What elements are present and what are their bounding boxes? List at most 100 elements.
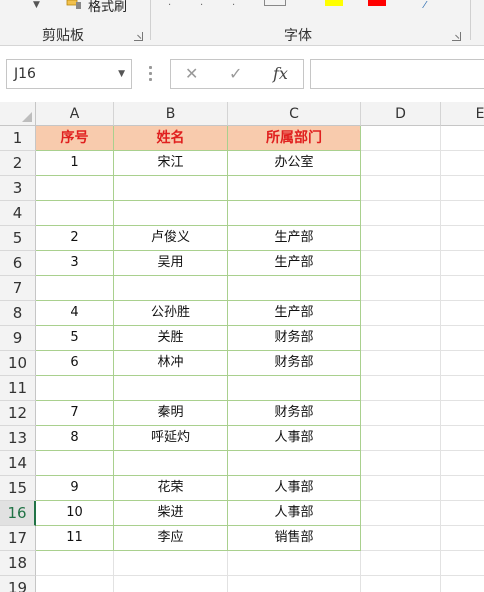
name-box[interactable]: J16 ▼ (6, 59, 132, 89)
grid-cell[interactable] (441, 226, 484, 251)
row-header-8[interactable]: 8 (0, 301, 36, 326)
table-cell[interactable]: 办公室 (228, 151, 361, 176)
worksheet-grid[interactable]: A B C D E 1 2 3 4 5 6 7 8 9 10 11 12 13 14 15 16 17 18 19 序号 姓名 所属… (0, 102, 484, 592)
table-cell[interactable]: 关胜 (114, 326, 228, 351)
grid-cell[interactable] (441, 526, 484, 551)
table-cell[interactable]: 柴进 (114, 501, 228, 526)
table-cell[interactable] (114, 176, 228, 201)
grid-cell[interactable] (441, 401, 484, 426)
font-dialog-launcher-icon[interactable] (452, 32, 461, 41)
table-cell[interactable]: 公孙胜 (114, 301, 228, 326)
table-cell[interactable]: 4 (36, 301, 114, 326)
grid-cell[interactable] (114, 576, 228, 592)
grid-cell[interactable] (361, 526, 441, 551)
table-cell[interactable]: 生产部 (228, 301, 361, 326)
grid-cell[interactable] (441, 426, 484, 451)
row-header-16[interactable]: 16 (0, 501, 36, 526)
grid-cell[interactable] (361, 576, 441, 592)
grid-cell[interactable] (114, 551, 228, 576)
grid-cell[interactable] (361, 476, 441, 501)
table-cell[interactable] (228, 201, 361, 226)
format-painter-button[interactable]: 格式刷 (88, 0, 127, 15)
grid-cell[interactable] (361, 151, 441, 176)
grid-cell[interactable] (361, 251, 441, 276)
table-cell[interactable] (36, 176, 114, 201)
formula-input[interactable] (310, 59, 484, 89)
table-cell[interactable]: 2 (36, 226, 114, 251)
table-cell[interactable] (114, 451, 228, 476)
format-painter-icon[interactable] (66, 0, 82, 10)
row-header-17[interactable]: 17 (0, 526, 36, 551)
table-cell[interactable] (228, 451, 361, 476)
row-header-18[interactable]: 18 (0, 551, 36, 576)
paste-dropdown-arrow-icon[interactable]: ▼ (33, 0, 40, 10)
row-header-14[interactable]: 14 (0, 451, 36, 476)
insert-function-icon[interactable]: fx (273, 64, 288, 83)
table-cell[interactable]: 销售部 (228, 526, 361, 551)
row-header-12[interactable]: 12 (0, 401, 36, 426)
table-cell[interactable]: 11 (36, 526, 114, 551)
grid-cell[interactable] (36, 551, 114, 576)
table-cell[interactable]: 人事部 (228, 426, 361, 451)
grid-cell[interactable] (441, 451, 484, 476)
table-cell[interactable] (114, 376, 228, 401)
table-cell[interactable]: 10 (36, 501, 114, 526)
grid-cell[interactable] (441, 176, 484, 201)
table-cell[interactable]: 8 (36, 426, 114, 451)
table-header-cell[interactable]: 姓名 (114, 126, 228, 151)
grid-cell[interactable] (361, 226, 441, 251)
font-tool-icon[interactable]: · (232, 0, 235, 11)
column-header-a[interactable]: A (36, 102, 114, 126)
column-header-c[interactable]: C (228, 102, 361, 126)
table-cell[interactable]: 卢俊义 (114, 226, 228, 251)
grid-cell[interactable] (361, 426, 441, 451)
table-cell[interactable]: 5 (36, 326, 114, 351)
table-cell[interactable]: 财务部 (228, 351, 361, 376)
table-cell[interactable]: 财务部 (228, 326, 361, 351)
grid-cell[interactable] (361, 401, 441, 426)
table-cell[interactable] (114, 276, 228, 301)
grid-cell[interactable] (228, 551, 361, 576)
table-cell[interactable] (36, 201, 114, 226)
table-cell[interactable]: 7 (36, 401, 114, 426)
row-header-4[interactable]: 4 (0, 201, 36, 226)
grid-cell[interactable] (361, 551, 441, 576)
table-cell[interactable] (114, 201, 228, 226)
table-cell[interactable]: 3 (36, 251, 114, 276)
font-color-swatch[interactable] (368, 0, 386, 6)
cancel-icon[interactable]: ✕ (185, 64, 198, 83)
grid-cell[interactable] (361, 501, 441, 526)
grid-cell[interactable] (228, 576, 361, 592)
clipboard-dialog-launcher-icon[interactable] (134, 32, 143, 41)
grid-cell[interactable] (361, 276, 441, 301)
row-header-6[interactable]: 6 (0, 251, 36, 276)
select-all-corner[interactable] (0, 102, 36, 126)
row-header-10[interactable]: 10 (0, 351, 36, 376)
grid-cell[interactable] (441, 201, 484, 226)
table-cell[interactable] (228, 176, 361, 201)
grid-cell[interactable] (441, 251, 484, 276)
grid-cell[interactable] (441, 276, 484, 301)
wen-icon[interactable]: ⁄ (424, 0, 426, 11)
grid-cell[interactable] (441, 376, 484, 401)
table-cell[interactable]: 李应 (114, 526, 228, 551)
grid-cell[interactable] (361, 451, 441, 476)
table-cell[interactable]: 生产部 (228, 226, 361, 251)
grid-cell[interactable] (441, 501, 484, 526)
grid-cell[interactable] (441, 576, 484, 592)
grid-cell[interactable] (361, 176, 441, 201)
grid-cell[interactable] (441, 326, 484, 351)
row-header-7[interactable]: 7 (0, 276, 36, 301)
column-header-d[interactable]: D (361, 102, 441, 126)
row-header-15[interactable]: 15 (0, 476, 36, 501)
grid-cell[interactable] (441, 126, 484, 151)
grid-cell[interactable] (441, 351, 484, 376)
table-cell[interactable] (36, 276, 114, 301)
grid-cell[interactable] (441, 301, 484, 326)
table-cell[interactable]: 人事部 (228, 501, 361, 526)
grid-cell[interactable] (441, 476, 484, 501)
table-cell[interactable]: 6 (36, 351, 114, 376)
row-header-9[interactable]: 9 (0, 326, 36, 351)
formula-bar-grip-icon[interactable] (149, 66, 152, 82)
table-cell[interactable]: 人事部 (228, 476, 361, 501)
